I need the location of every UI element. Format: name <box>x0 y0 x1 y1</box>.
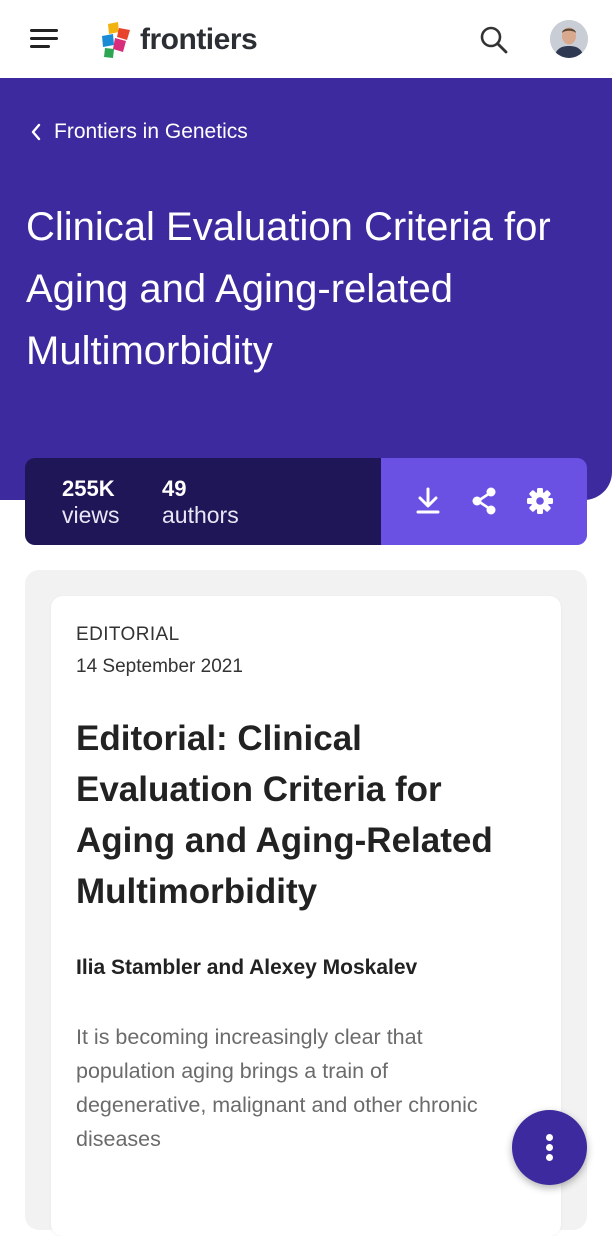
search-icon[interactable] <box>478 24 510 56</box>
article-authors: Ilia Stambler and Alexey Moskalev <box>76 956 418 979</box>
article-type: EDITORIAL <box>76 624 180 645</box>
article-abstract: It is becoming increasingly clear that p… <box>76 1025 478 1151</box>
logo-text: frontiers <box>140 23 258 56</box>
article-card[interactable]: EDITORIAL 14 September 2021 Editorial: C… <box>51 596 561 1236</box>
metrics-panel: 255K views 49 authors <box>25 458 381 545</box>
hero-banner: Frontiers in Genetics Clinical Evaluatio… <box>0 78 612 500</box>
authors-stat[interactable]: 49 authors <box>162 476 239 528</box>
views-stat[interactable]: 255K views <box>62 476 120 528</box>
frontiers-logo[interactable]: frontiers <box>100 20 258 60</box>
settings-icon[interactable] <box>524 485 556 517</box>
top-bar: frontiers <box>0 0 612 79</box>
chevron-left-icon <box>31 123 41 141</box>
article-stats-bar: 255K views 49 authors <box>25 458 587 545</box>
breadcrumb-journal-link[interactable]: Frontiers in Genetics <box>30 120 248 144</box>
authors-label: authors <box>162 502 239 528</box>
views-label: views <box>62 502 120 528</box>
frontiers-logo-icon <box>102 22 130 58</box>
menu-icon[interactable] <box>28 24 62 54</box>
more-options-button[interactable] <box>512 1110 587 1185</box>
download-icon[interactable] <box>412 485 444 517</box>
actions-panel <box>381 458 587 545</box>
views-count: 255K <box>62 476 115 501</box>
page-title: Clinical Evaluation Criteria for Aging a… <box>26 205 551 373</box>
avatar[interactable] <box>550 20 588 58</box>
breadcrumb-label: Frontiers in Genetics <box>54 120 248 143</box>
share-icon[interactable] <box>468 485 500 517</box>
article-date: 14 September 2021 <box>76 656 243 677</box>
authors-count: 49 <box>162 476 187 501</box>
article-title-link[interactable]: Editorial: Clinical Evaluation Criteria … <box>76 713 546 917</box>
